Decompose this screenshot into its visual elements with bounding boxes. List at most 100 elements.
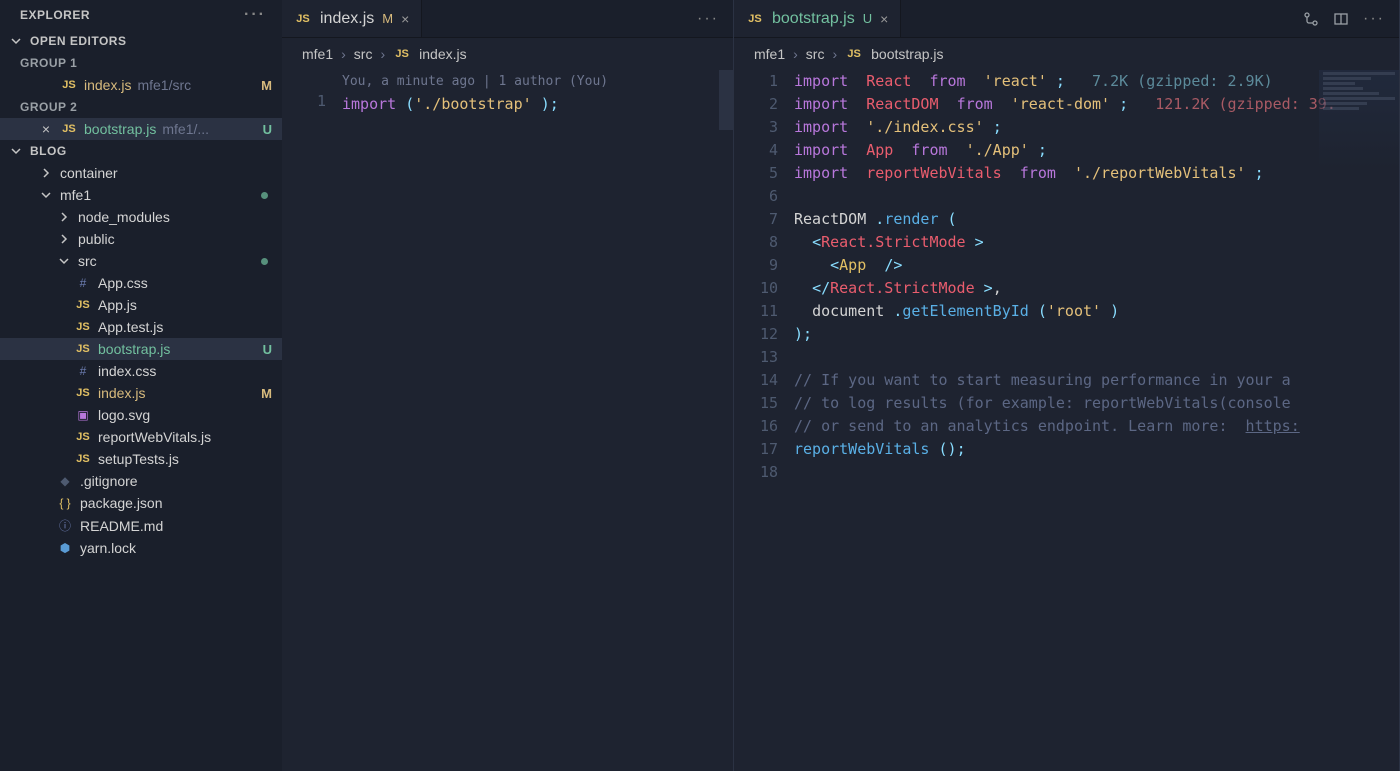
code-line[interactable]: ReactDOM .render (: [794, 208, 1399, 231]
file-item[interactable]: #App.css: [0, 272, 282, 294]
line-number[interactable]: 8: [734, 231, 778, 254]
code-line[interactable]: // or send to an analytics endpoint. Lea…: [794, 415, 1399, 438]
line-number[interactable]: 10: [734, 277, 778, 300]
tabs-left: JS index.js M × ···: [282, 0, 733, 38]
close-icon[interactable]: ×: [880, 11, 888, 27]
compare-icon[interactable]: [1303, 11, 1319, 27]
file-item[interactable]: ◆.gitignore: [0, 470, 282, 492]
filename: logo.svg: [98, 407, 150, 423]
file-item[interactable]: JSApp.js: [0, 294, 282, 316]
code-line[interactable]: [794, 461, 1399, 484]
line-number[interactable]: 15: [734, 392, 778, 415]
line-number[interactable]: 17: [734, 438, 778, 461]
file-item[interactable]: JSsetupTests.js: [0, 448, 282, 470]
code-line[interactable]: reportWebVitals ();: [794, 438, 1399, 461]
code-line[interactable]: import ('./bootstrap' );: [342, 93, 733, 116]
code-line[interactable]: import './index.css' ;: [794, 116, 1399, 139]
folder-item[interactable]: mfe1: [0, 184, 282, 206]
code-line[interactable]: // If you want to start measuring perfor…: [794, 369, 1399, 392]
line-number[interactable]: 1: [734, 70, 778, 93]
code-area-left[interactable]: 1 You, a minute ago | 1 author (You)impo…: [282, 70, 733, 771]
tab-actions: ···: [683, 10, 733, 28]
chevron-right-icon: [56, 211, 72, 223]
breadcrumb-segment[interactable]: src: [354, 46, 373, 62]
code-line[interactable]: [794, 346, 1399, 369]
breadcrumb-segment[interactable]: mfe1: [302, 46, 333, 62]
file-item[interactable]: ⬢yarn.lock: [0, 537, 282, 559]
breadcrumb-segment[interactable]: src: [806, 46, 825, 62]
line-number[interactable]: 5: [734, 162, 778, 185]
folder-item[interactable]: src: [0, 250, 282, 272]
file-item[interactable]: ▣logo.svg: [0, 404, 282, 426]
file-item[interactable]: ⓘREADME.md: [0, 514, 282, 537]
js-file-icon: JS: [74, 321, 92, 333]
tab-index-js[interactable]: JS index.js M ×: [282, 0, 422, 37]
line-number[interactable]: 11: [734, 300, 778, 323]
code-area-right[interactable]: 123456789101112131415161718 import React…: [734, 70, 1399, 771]
breadcrumb-segment[interactable]: mfe1: [754, 46, 785, 62]
code-content[interactable]: You, a minute ago | 1 author (You)import…: [342, 70, 733, 771]
line-number[interactable]: 13: [734, 346, 778, 369]
filename: node_modules: [78, 209, 170, 225]
line-number[interactable]: 2: [734, 93, 778, 116]
file-item[interactable]: JSApp.test.js: [0, 316, 282, 338]
code-line[interactable]: // to log results (for example: reportWe…: [794, 392, 1399, 415]
breadcrumb-segment[interactable]: JSindex.js: [393, 46, 466, 62]
line-number[interactable]: 16: [734, 415, 778, 438]
code-line[interactable]: <App />: [794, 254, 1399, 277]
modified-dot-icon: [261, 258, 268, 265]
code-line[interactable]: );: [794, 323, 1399, 346]
folder-item[interactable]: container: [0, 162, 282, 184]
breadcrumb-right[interactable]: mfe1›src›JSbootstrap.js: [734, 38, 1399, 70]
code-line[interactable]: <React.StrictMode >: [794, 231, 1399, 254]
file-item[interactable]: #index.css: [0, 360, 282, 382]
file-item[interactable]: { }package.json: [0, 492, 282, 514]
line-number[interactable]: 4: [734, 139, 778, 162]
open-editor-item[interactable]: JSindex.js mfe1/srcM: [0, 74, 282, 96]
line-number[interactable]: 12: [734, 323, 778, 346]
line-number[interactable]: 7: [734, 208, 778, 231]
code-line[interactable]: import App from './App' ;: [794, 139, 1399, 162]
line-number[interactable]: 14: [734, 369, 778, 392]
explorer-menu-icon[interactable]: ···: [244, 6, 266, 24]
editor-menu-icon[interactable]: ···: [1363, 10, 1385, 28]
split-editor-icon[interactable]: [1333, 11, 1349, 27]
filename: App.js: [98, 297, 137, 313]
line-number[interactable]: 18: [734, 461, 778, 484]
line-gutter: 123456789101112131415161718: [734, 70, 794, 771]
line-number[interactable]: 3: [734, 116, 778, 139]
file-item[interactable]: JSreportWebVitals.js: [0, 426, 282, 448]
open-editors-label: OPEN EDITORS: [30, 34, 126, 48]
code-line[interactable]: [794, 185, 1399, 208]
minimap[interactable]: [1319, 70, 1399, 170]
scroll-indicator[interactable]: [719, 70, 733, 130]
breadcrumb-left[interactable]: mfe1›src›JSindex.js: [282, 38, 733, 70]
file-path: mfe1/...: [162, 121, 209, 137]
filename: index.css: [98, 363, 156, 379]
breadcrumb-segment[interactable]: JSbootstrap.js: [845, 46, 943, 62]
folder-item[interactable]: public: [0, 228, 282, 250]
tab-bootstrap-js[interactable]: JS bootstrap.js U ×: [734, 0, 901, 37]
code-line[interactable]: </React.StrictMode >,: [794, 277, 1399, 300]
line-number[interactable]: 6: [734, 185, 778, 208]
code-content[interactable]: import React from 'react' ; 7.2K (gzippe…: [794, 70, 1399, 771]
code-line[interactable]: import React from 'react' ; 7.2K (gzippe…: [794, 70, 1399, 93]
chevron-right-icon: ›: [380, 46, 385, 62]
open-editor-item[interactable]: ×JSbootstrap.js mfe1/...U: [0, 118, 282, 140]
workspace-header[interactable]: BLOG: [0, 140, 282, 162]
filename: mfe1: [60, 187, 91, 203]
line-number[interactable]: 9: [734, 254, 778, 277]
open-editors-header[interactable]: OPEN EDITORS: [0, 30, 282, 52]
close-icon[interactable]: ×: [38, 121, 54, 137]
code-line[interactable]: import ReactDOM from 'react-dom' ; 121.2…: [794, 93, 1399, 116]
close-icon[interactable]: ×: [401, 11, 409, 27]
filename: bootstrap.js: [84, 121, 156, 137]
code-line[interactable]: import reportWebVitals from './reportWeb…: [794, 162, 1399, 185]
editor-menu-icon[interactable]: ···: [697, 10, 719, 28]
status-badge: M: [261, 78, 272, 93]
file-item[interactable]: JSbootstrap.jsU: [0, 338, 282, 360]
code-line[interactable]: document .getElementById ('root' ): [794, 300, 1399, 323]
file-item[interactable]: JSindex.jsM: [0, 382, 282, 404]
line-number[interactable]: 1: [282, 90, 326, 113]
folder-item[interactable]: node_modules: [0, 206, 282, 228]
